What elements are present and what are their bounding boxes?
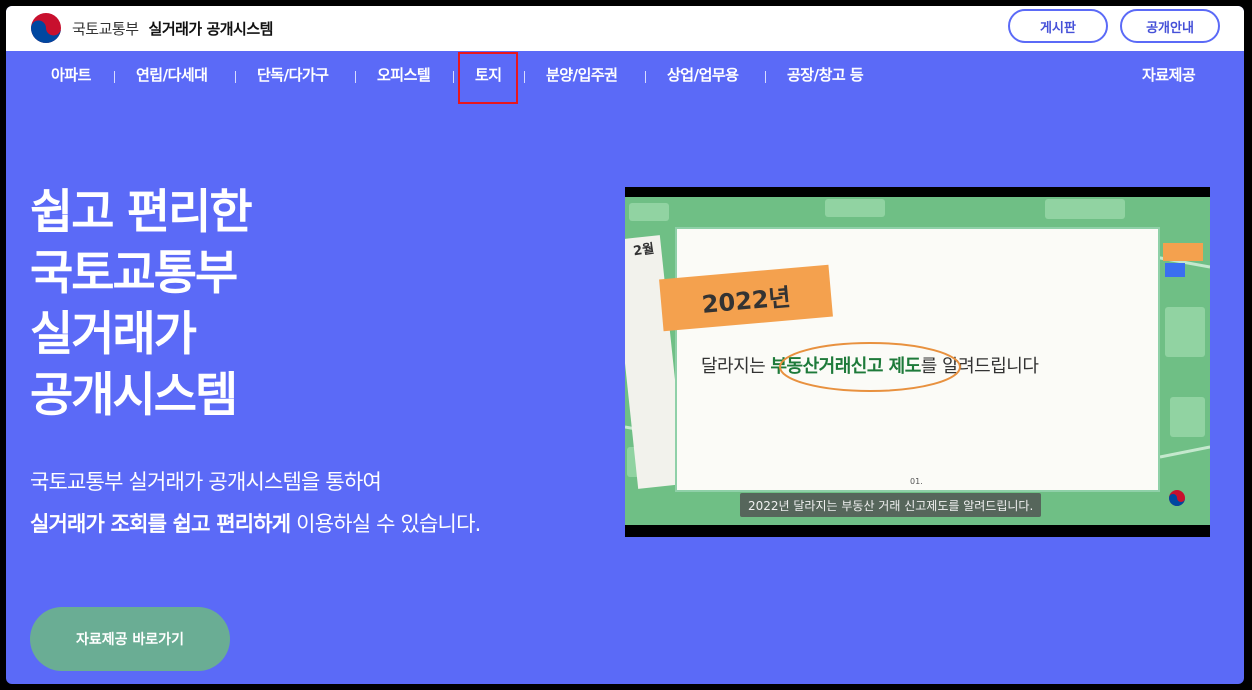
nav-item-presale[interactable]: 분양/입주권 [546, 64, 618, 85]
hero-title-line: 실거래가 [30, 307, 197, 362]
hero-description-line2: 실거래가 조회를 쉽고 편리하게 이용하실 수 있습니다. [30, 508, 481, 538]
video-headline-pre: 달라지는 [701, 356, 771, 377]
nav-separator [114, 71, 115, 83]
main-nav: 아파트 연립/다세대 단독/다가구 오피스텔 토지 분양/입주권 상업/업무용 … [6, 51, 1244, 101]
nav-item-data-provision[interactable]: 자료제공 [1142, 64, 1196, 85]
decor-tab [1165, 263, 1185, 277]
nav-separator [645, 71, 646, 83]
hero-title-line: 쉽고 편리한 [30, 185, 253, 240]
notice-button[interactable]: 공개안내 [1120, 9, 1220, 43]
ministry-emblem-icon [1169, 490, 1185, 506]
nav-item-officetel[interactable]: 오피스텔 [377, 64, 431, 85]
site-logo[interactable]: 국토교통부 실거래가 공개시스템 [28, 10, 273, 46]
circle-scribble-icon [779, 342, 961, 392]
nav-item-factory[interactable]: 공장/창고 등 [787, 64, 864, 85]
nav-item-commercial[interactable]: 상업/업무용 [667, 64, 739, 85]
nav-item-apartment[interactable]: 아파트 [51, 64, 91, 85]
highlight-box [458, 52, 518, 104]
taegeuk-emblem-icon [31, 13, 61, 43]
site-header: 국토교통부 실거래가 공개시스템 게시판 공개안내 [6, 6, 1244, 51]
hero-description-rest: 이용하실 수 있습니다. [290, 512, 481, 536]
nav-item-detached-house[interactable]: 단독/다가구 [257, 64, 329, 85]
ministry-name: 국토교통부 [72, 19, 139, 38]
hero-title: 쉽고 편리한 국토교통부 실거래가 공개시스템 [30, 182, 253, 426]
nav-separator [524, 71, 525, 83]
hero-description-emphasis: 실거래가 조회를 쉽고 편리하게 [30, 512, 291, 536]
nav-separator [765, 71, 766, 83]
video-slide-number: 01. [910, 477, 923, 486]
nav-separator [235, 71, 236, 83]
video-month-label: 2월 [632, 241, 656, 260]
system-name: 실거래가 공개시스템 [148, 19, 274, 38]
page-frame: 국토교통부 실거래가 공개시스템 게시판 공개안내 아파트 연립/다세대 단독/… [6, 6, 1244, 684]
nav-separator [355, 71, 356, 83]
nav-item-row-house[interactable]: 연립/다세대 [136, 64, 208, 85]
data-provision-cta-button[interactable]: 자료제공 바로가기 [30, 607, 230, 671]
header-buttons: 게시판 공개안내 [1008, 9, 1220, 43]
board-button[interactable]: 게시판 [1008, 9, 1108, 43]
decor-tab [1163, 243, 1203, 261]
hero-title-line: 공개시스템 [30, 368, 238, 423]
hero-title-line: 국토교통부 [30, 246, 238, 301]
video-caption: 2022년 달라지는 부동산 거래 신고제도를 알려드립니다. [740, 493, 1042, 517]
video-player[interactable]: 2월 2022년 달라지는 부동산거래신고 제도를 알려드립니다 01. 202… [625, 187, 1210, 537]
nav-separator [453, 71, 454, 83]
hero-description-line1: 국토교통부 실거래가 공개시스템을 통하여 [30, 470, 382, 494]
